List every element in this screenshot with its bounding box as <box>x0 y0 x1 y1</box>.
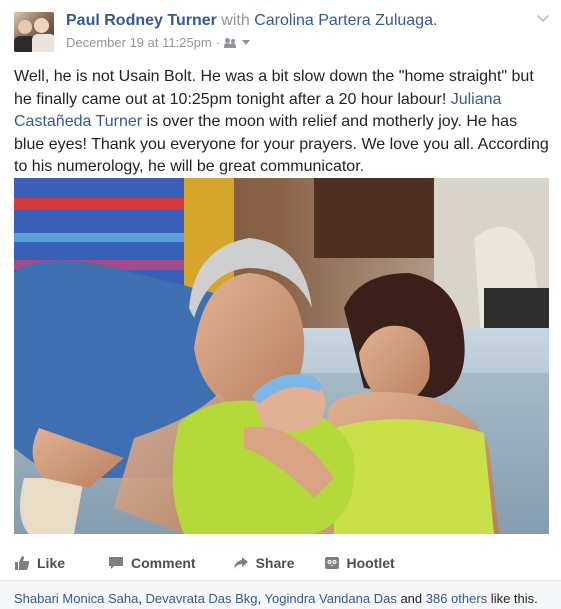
photo-illustration <box>14 178 549 534</box>
liker-link[interactable]: Shabari Monica Saha <box>14 591 138 606</box>
post-header: Paul Rodney Turner with Carolina Partera… <box>66 12 437 30</box>
liker-link[interactable]: Devavrata Das Bkg <box>146 591 258 606</box>
post-timestamp-link[interactable]: December 19 at 11:25pm <box>66 35 212 50</box>
chevron-down-icon[interactable] <box>535 10 551 26</box>
tagged-person-link[interactable]: Carolina Partera Zuluaga. <box>254 12 437 29</box>
post-text: Well, he is not Usain Bolt. He was a bit… <box>14 66 550 179</box>
share-label: Share <box>255 555 295 571</box>
with-word: with <box>221 12 250 29</box>
comment-button[interactable]: Comment <box>108 555 196 571</box>
friends-icon[interactable] <box>224 37 238 48</box>
likes-summary: Shabari Monica Saha, Devavrata Das Bkg, … <box>0 580 561 609</box>
comment-label: Comment <box>131 555 196 571</box>
meta-separator: · <box>215 35 221 50</box>
share-icon <box>233 557 248 569</box>
like-label: Like <box>37 555 66 571</box>
liker-separator: , <box>138 591 146 606</box>
liker-separator: , <box>257 591 265 606</box>
liker-link[interactable]: Yogindra Vandana Das <box>265 591 397 606</box>
author-avatar[interactable] <box>14 12 54 52</box>
caret-down-icon[interactable] <box>242 40 251 45</box>
thumbs-up-icon <box>15 556 30 570</box>
and-word: and <box>396 591 426 606</box>
author-name-link[interactable]: Paul Rodney Turner <box>66 12 217 29</box>
post-card: Paul Rodney Turner with Carolina Partera… <box>0 0 561 609</box>
comment-icon <box>109 557 124 569</box>
share-button[interactable]: Share <box>233 555 295 571</box>
hootlet-button[interactable]: Hootlet <box>324 555 395 571</box>
hootlet-owl-icon <box>324 557 339 569</box>
post-actions: Like Comment Share Hootlet <box>14 547 549 579</box>
others-link[interactable]: 386 others <box>426 591 487 606</box>
hootlet-label: Hootlet <box>346 555 395 571</box>
post-photo[interactable] <box>14 178 549 534</box>
likes-suffix: like this. <box>487 591 538 606</box>
post-meta: December 19 at 11:25pm · <box>66 35 251 50</box>
like-button[interactable]: Like <box>14 555 65 571</box>
